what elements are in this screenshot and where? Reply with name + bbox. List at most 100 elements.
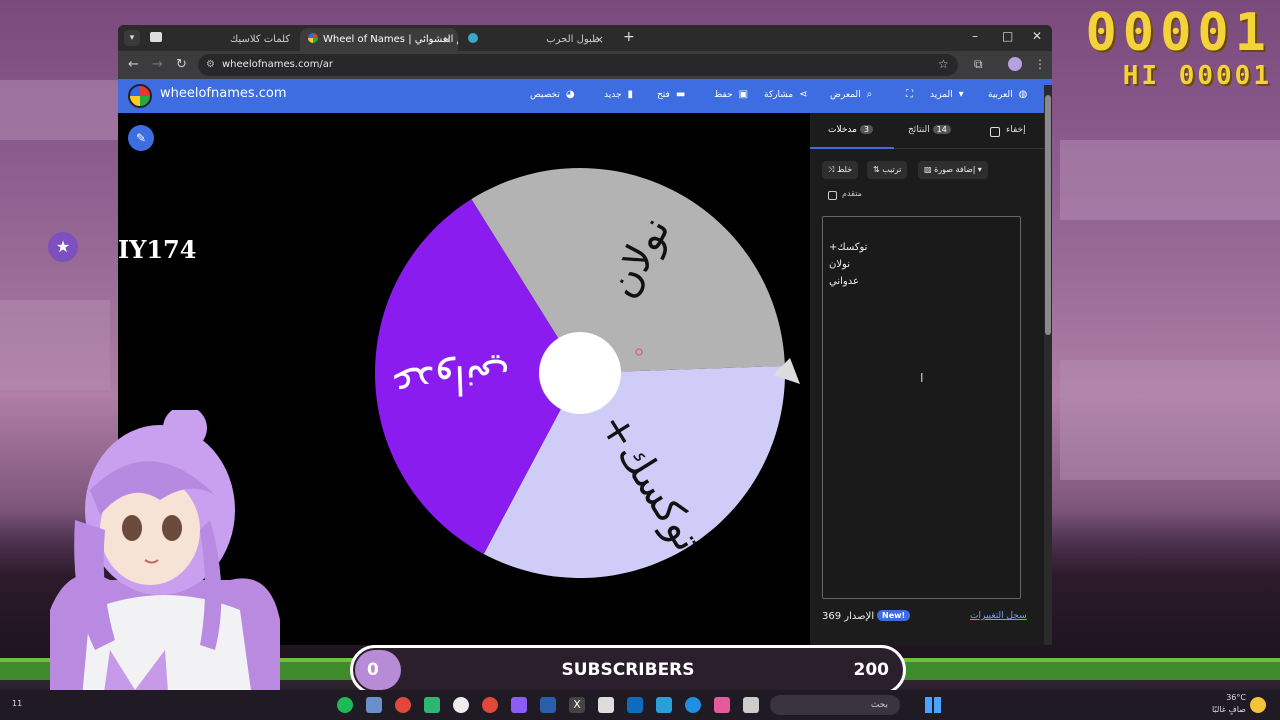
site-logo-icon[interactable]: [128, 84, 152, 108]
obs-icon[interactable]: [453, 697, 469, 713]
maximize-icon[interactable]: □: [1002, 29, 1013, 43]
menu-open[interactable]: فتح ▬: [657, 89, 685, 100]
vtuber-avatar: [50, 410, 280, 720]
hide-checkbox[interactable]: [990, 127, 1000, 137]
menu-label: فتح: [657, 90, 670, 100]
new-badge[interactable]: New!: [877, 610, 911, 621]
site-info-icon[interactable]: ⚙: [206, 54, 215, 76]
score-value: 00001: [1085, 3, 1272, 63]
forward-icon[interactable]: →: [152, 57, 163, 72]
tab-strip: ▾ كلمات كلاسيك × Wheel of Names | مسم ال…: [118, 25, 1052, 51]
close-window-icon[interactable]: ✕: [1032, 29, 1042, 43]
entries-panel: مدخلات 3 النتائج 14 إخفاء ⤨ خلط ⇅ ترتيب …: [810, 113, 1044, 645]
back-icon[interactable]: ←: [128, 57, 139, 72]
entry-line: +توكسك: [829, 242, 868, 253]
app-icon[interactable]: [656, 697, 672, 713]
tab-results[interactable]: النتائج 14: [908, 125, 954, 135]
room-code: IY174: [118, 235, 197, 264]
windows-start-icon[interactable]: [925, 697, 941, 713]
menu-gallery[interactable]: المعرض ⌕: [830, 89, 872, 100]
palette-icon: ◕: [565, 89, 575, 100]
sort-label: ترتيب: [882, 165, 902, 174]
scrollbar-thumb[interactable]: [1045, 95, 1051, 335]
app-icon[interactable]: [511, 697, 527, 713]
close-icon[interactable]: ×: [595, 28, 604, 51]
menu-fullscreen[interactable]: ⛶: [900, 89, 913, 100]
temperature: 36°C: [1226, 693, 1246, 702]
close-icon[interactable]: ×: [443, 28, 452, 51]
taskbar-search[interactable]: بحث: [770, 695, 900, 715]
tab-entries[interactable]: مدخلات 3: [828, 125, 876, 135]
chrome-icon[interactable]: [395, 697, 411, 713]
file-icon: ▮: [627, 89, 634, 100]
share-icon: ⋖: [799, 89, 808, 100]
shuffle-button[interactable]: ⤨ خلط: [822, 161, 859, 179]
wheel-segment-label: عدواني: [389, 354, 510, 404]
advanced-checkbox[interactable]: [828, 191, 837, 200]
url-text: wheelofnames.com/ar: [222, 59, 333, 70]
outlook-icon[interactable]: [627, 697, 643, 713]
page-scrollbar[interactable]: [1044, 85, 1052, 645]
menu-label: حفظ: [714, 90, 733, 100]
hide-label: إخفاء: [1006, 125, 1026, 135]
app-icon[interactable]: [743, 697, 759, 713]
tab-title: كلمات كلاسيك: [230, 34, 291, 45]
url-field[interactable]: ⚙ wheelofnames.com/ar: [198, 54, 958, 76]
changelog-link[interactable]: سجل التغييرات: [970, 611, 1027, 621]
store-icon[interactable]: [598, 697, 614, 713]
edge-icon[interactable]: [685, 697, 701, 713]
menu-language[interactable]: العربية ◍: [988, 89, 1027, 100]
x-icon[interactable]: X: [569, 697, 585, 713]
entry-line: نولان: [829, 259, 850, 270]
new-tab-icon[interactable]: +: [623, 29, 635, 45]
app-icon[interactable]: [714, 697, 730, 713]
hi-score-value: HI 00001: [1122, 61, 1272, 91]
sort-button[interactable]: ⇅ ترتيب: [867, 161, 908, 179]
menu-new[interactable]: جديد ▮: [604, 89, 633, 100]
folder-icon: ▬: [675, 89, 686, 100]
clock-fragment: 11: [12, 699, 23, 708]
chrome-icon[interactable]: [482, 697, 498, 713]
profile-avatar[interactable]: [1008, 57, 1022, 71]
wheel-center-button[interactable]: [539, 332, 621, 414]
menu-save[interactable]: حفظ ▣: [714, 89, 748, 100]
entries-textarea[interactable]: +توكسك نولان عدواني: [822, 216, 1021, 599]
add-image-button[interactable]: ▨ إضافة صورة ▾: [918, 161, 988, 179]
weather-widget[interactable]: 36°C صافٍ غالبًا: [1212, 692, 1246, 716]
menu-label: مشاركة: [764, 90, 794, 100]
app-icon[interactable]: [540, 697, 556, 713]
menu-label: تخصيص: [530, 90, 560, 100]
subscriber-label: SUBSCRIBERS: [561, 660, 695, 680]
panel-tabs: مدخلات 3 النتائج 14 إخفاء: [810, 113, 1044, 149]
menu-customize[interactable]: تخصيص ◕: [530, 89, 575, 100]
results-count-badge: 14: [932, 125, 951, 134]
globe-icon: ◍: [1018, 89, 1028, 100]
version-label: الإصدار 369: [822, 611, 875, 622]
tab-wheel-of-names[interactable]: Wheel of Names | مسم العشوائي ×: [300, 28, 458, 51]
minimize-icon[interactable]: –: [972, 29, 978, 43]
app-icon[interactable]: [424, 697, 440, 713]
weather-text: صافٍ غالبًا: [1212, 705, 1246, 714]
menu-share[interactable]: مشاركة ⋖: [764, 89, 807, 100]
address-bar: ← → ↻ ⚙ wheelofnames.com/ar ☆ ⧉ ⋮: [118, 51, 1052, 79]
image-icon: ▨: [924, 165, 935, 174]
active-tab-indicator: [810, 147, 894, 149]
site-title[interactable]: wheelofnames.com: [160, 86, 287, 101]
tab-group-icon[interactable]: [150, 32, 162, 42]
menu-more[interactable]: المزيد ▾: [930, 89, 964, 100]
tab-search-button[interactable]: ▾: [124, 30, 140, 46]
shuffle-icon: ⤨: [828, 165, 837, 174]
reload-icon[interactable]: ↻: [176, 57, 187, 72]
spotify-icon[interactable]: [337, 697, 353, 713]
extensions-icon[interactable]: ⧉: [974, 57, 983, 72]
site-favicon-icon: [468, 33, 478, 43]
tab-war-drums[interactable]: طبول الحرب ×: [460, 28, 610, 51]
vtube-icon[interactable]: [366, 697, 382, 713]
edit-pencil-icon[interactable]: ✎: [128, 125, 154, 151]
tab-entries-label: مدخلات: [828, 125, 857, 135]
bookmark-star-icon[interactable]: ☆: [938, 57, 949, 71]
background-cloud: [0, 80, 120, 140]
browser-menu-icon[interactable]: ⋮: [1034, 57, 1046, 71]
spin-wheel[interactable]: نولان+توكسكعدواني: [368, 168, 808, 588]
search-icon: ⌕: [866, 89, 873, 100]
